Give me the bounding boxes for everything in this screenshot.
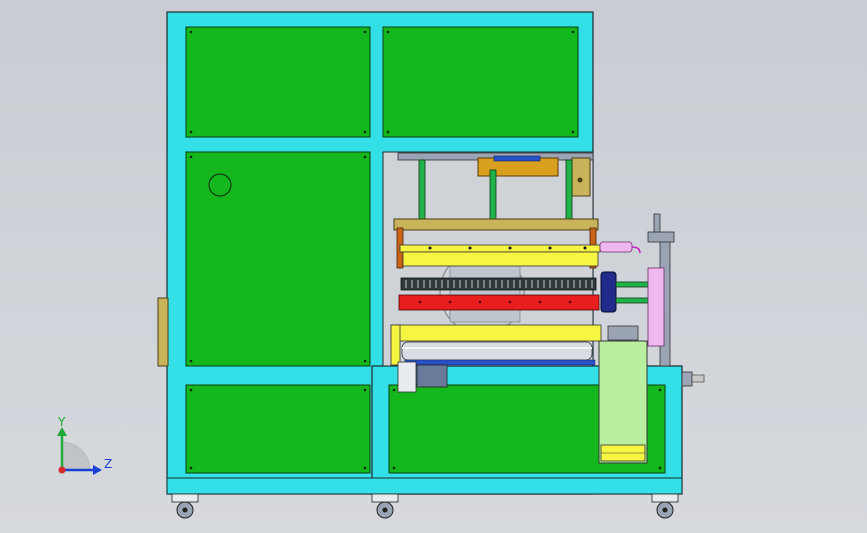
side-air-cylinder — [599, 241, 633, 253]
caster-left — [171, 493, 199, 519]
top-cylinder-head — [493, 155, 541, 162]
lower-roller-frame — [390, 324, 602, 342]
air-hose — [631, 246, 641, 254]
triad-origin — [58, 466, 66, 474]
cable-port — [208, 173, 232, 197]
panel-bottom-left — [185, 384, 371, 474]
frame-bottom-rail — [166, 477, 683, 495]
lower-motor — [416, 364, 448, 388]
machine-drawing: Y Z — [57, 11, 705, 519]
cad-viewport[interactable]: Y Z — [0, 0, 867, 533]
bracket-bolt — [577, 177, 583, 183]
small-motor — [607, 325, 639, 341]
panel-top-right — [382, 26, 579, 138]
lower-bearing-block — [397, 361, 417, 393]
z-axis-label: Z — [104, 457, 112, 471]
upper-crossbeam — [393, 218, 599, 231]
caster-middle — [371, 493, 399, 519]
olive-bracket — [571, 157, 591, 197]
triad-quadrant — [61, 441, 91, 471]
y-axis-label: Y — [57, 415, 66, 429]
left-roller-post — [390, 324, 401, 366]
silver-roller — [401, 341, 593, 361]
caster-right — [651, 493, 679, 519]
rear-housing — [449, 261, 521, 323]
side-fitting-nut — [691, 374, 705, 383]
orientation-triad[interactable]: Y Z — [57, 415, 112, 475]
side-fitting — [681, 371, 693, 387]
blade-bar-main — [402, 251, 599, 267]
shaft-green — [615, 281, 651, 304]
z-axis-head — [93, 465, 102, 475]
panel-top-left — [185, 26, 371, 138]
roller-base — [404, 359, 596, 366]
drive-wheel — [600, 271, 617, 313]
post-knob — [653, 213, 661, 233]
side-handle — [157, 297, 169, 367]
post-cap — [647, 231, 675, 243]
vertical-cylinder — [647, 267, 665, 347]
